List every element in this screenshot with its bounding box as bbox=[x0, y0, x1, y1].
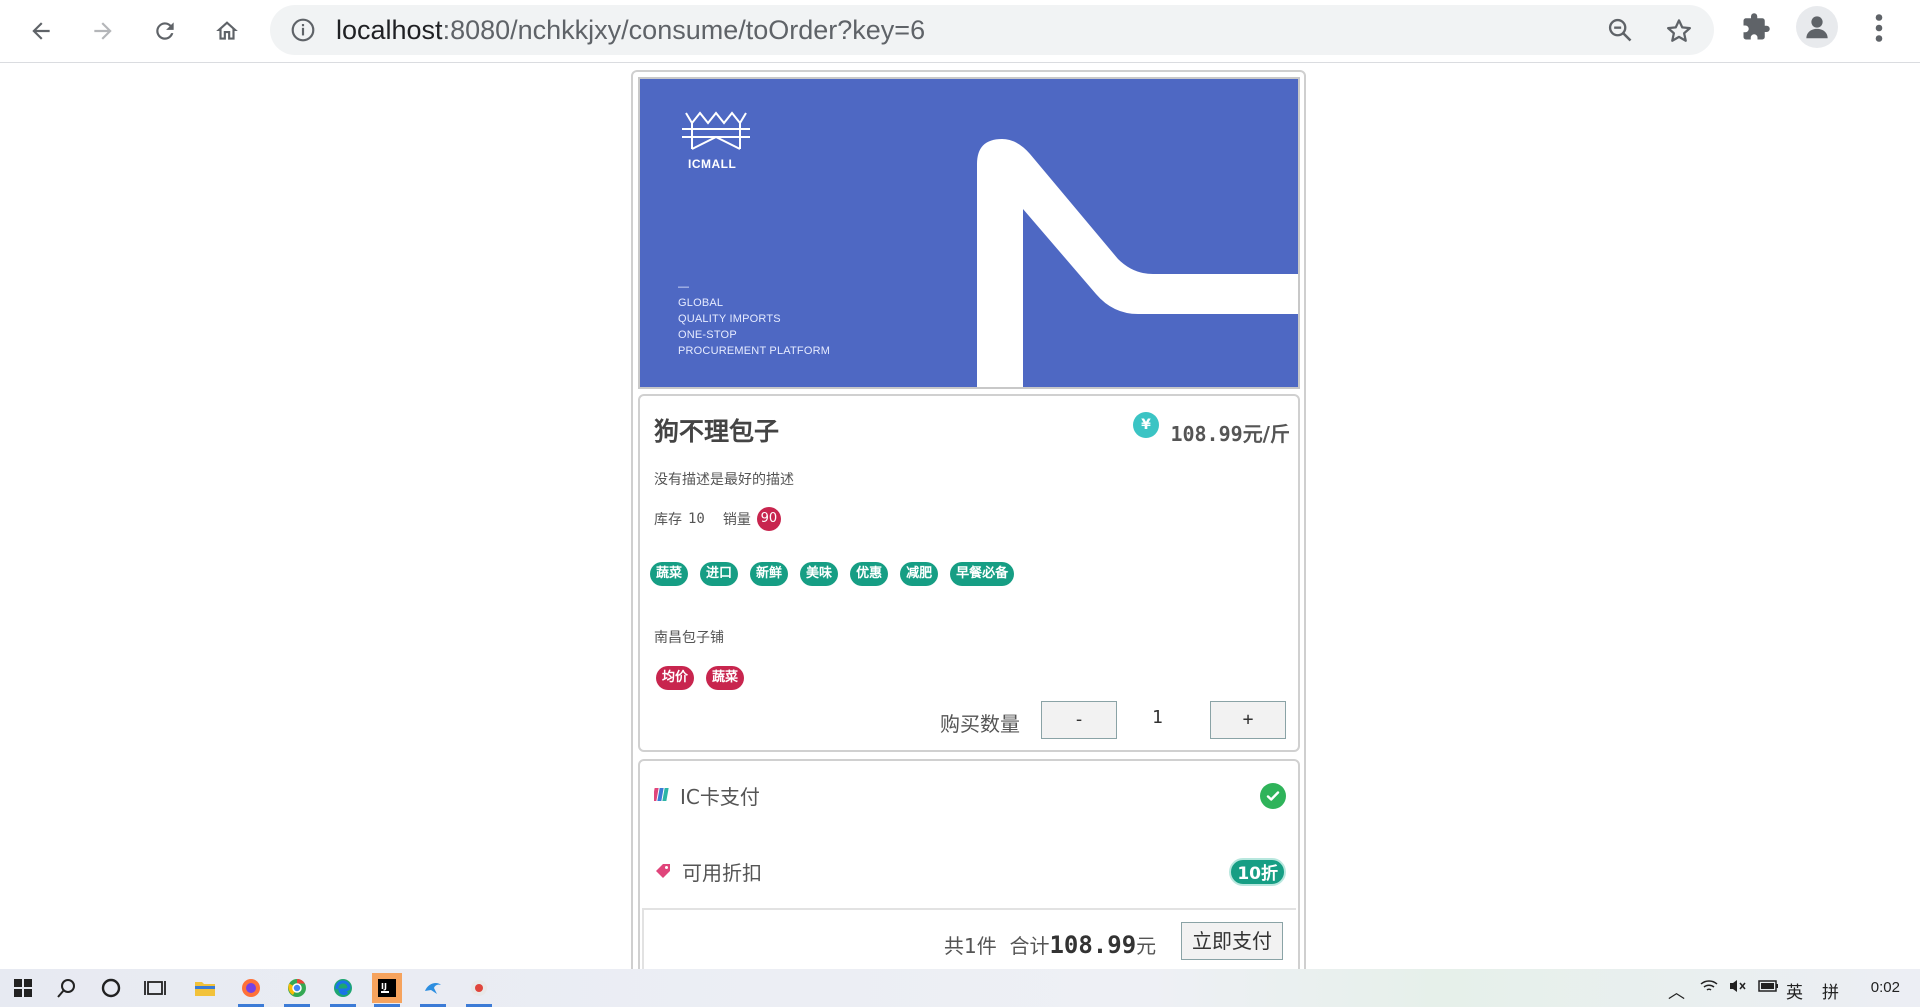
product-banner-image: ICMALL — GLOBAL QUALITY IMPORTS ONE-STOP… bbox=[638, 77, 1300, 389]
tagline-line: GLOBAL bbox=[678, 297, 724, 309]
price-value: 108.99 bbox=[1170, 422, 1243, 446]
total-label: 合计 bbox=[1009, 934, 1050, 958]
windows-taskbar: IJ ︿ 英 拼 0:02 bbox=[0, 969, 1920, 1007]
search-icon[interactable] bbox=[52, 973, 82, 1003]
tagline-line: PROCUREMENT PLATFORM bbox=[678, 345, 831, 357]
firefox-icon[interactable] bbox=[236, 973, 266, 1007]
browser-toolbar: localhost:8080/nchkkjxy/consume/toOrder?… bbox=[0, 0, 1920, 63]
person-icon bbox=[1806, 16, 1828, 39]
quantity-value: 1 bbox=[1152, 707, 1163, 728]
item-count: 共1件 bbox=[944, 934, 997, 958]
product-tag: 进口 bbox=[700, 562, 739, 586]
stock-label: 库存 bbox=[654, 512, 682, 528]
url-path: :8080/nchkkjxy/consume/toOrder?key=6 bbox=[442, 15, 926, 45]
svg-text:IJ: IJ bbox=[381, 982, 387, 991]
battery-icon[interactable] bbox=[1758, 978, 1780, 998]
stock-and-sales: 库存 10 销量 90 bbox=[654, 507, 781, 531]
task-view-icon[interactable] bbox=[140, 973, 170, 1003]
dolphin-app-icon[interactable] bbox=[418, 973, 448, 1007]
edge-icon[interactable] bbox=[328, 973, 358, 1007]
volume-muted-icon[interactable] bbox=[1728, 978, 1748, 999]
ic-card-icon bbox=[654, 788, 669, 801]
banner-tagline: — GLOBAL QUALITY IMPORTS ONE-STOP PROCUR… bbox=[678, 279, 830, 359]
cortana-icon[interactable] bbox=[96, 973, 126, 1003]
intellij-icon[interactable]: IJ bbox=[372, 973, 402, 1007]
extensions-puzzle-icon[interactable] bbox=[1741, 12, 1771, 42]
shop-tag: 蔬菜 bbox=[706, 666, 745, 690]
product-tag: 早餐必备 bbox=[950, 562, 1015, 586]
product-tag: 优惠 bbox=[850, 562, 889, 586]
discount-badge[interactable]: 10折 bbox=[1229, 858, 1286, 886]
chrome-icon[interactable] bbox=[282, 973, 312, 1007]
shop-tags: 均价 蔬菜 bbox=[656, 666, 745, 690]
order-page: ICMALL — GLOBAL QUALITY IMPORTS ONE-STOP… bbox=[631, 70, 1306, 975]
product-tag: 蔬菜 bbox=[650, 562, 689, 586]
order-total-text: 共1件 合计108.99元 bbox=[944, 930, 1156, 959]
product-tags: 蔬菜 进口 新鲜 美味 优惠 减肥 早餐必备 bbox=[650, 562, 1015, 586]
payment-method-row[interactable]: IC卡支付 bbox=[654, 777, 760, 813]
profile-avatar[interactable] bbox=[1796, 6, 1838, 48]
product-description: 没有描述是最好的描述 bbox=[654, 472, 794, 488]
payment-method-label: IC卡支付 bbox=[680, 784, 760, 809]
wifi-icon[interactable] bbox=[1700, 978, 1718, 999]
payment-card: IC卡支付 可用折扣 10折 共1件 合计108.99元 立即支付 bbox=[638, 759, 1300, 973]
total-currency: 元 bbox=[1136, 934, 1157, 958]
product-info-card: 狗不理包子 ¥ 108.99元/斤 没有描述是最好的描述 库存 10 销量 90… bbox=[638, 394, 1300, 752]
price-unit: 元/斤 bbox=[1242, 422, 1290, 446]
home-button[interactable] bbox=[204, 8, 250, 54]
url-text[interactable]: localhost:8080/nchkkjxy/consume/toOrder?… bbox=[336, 15, 925, 46]
reload-button[interactable] bbox=[142, 8, 188, 54]
product-price: 108.99元/斤 bbox=[1170, 418, 1290, 447]
app-icon[interactable] bbox=[464, 973, 494, 1007]
ime-language[interactable]: 英 bbox=[1786, 978, 1803, 1003]
ime-mode[interactable]: 拼 bbox=[1822, 978, 1839, 1003]
forward-button[interactable] bbox=[80, 8, 126, 54]
zoom-icon[interactable] bbox=[1606, 16, 1634, 44]
discount-row[interactable]: 可用折扣 bbox=[654, 853, 762, 889]
quantity-increase-button[interactable]: + bbox=[1210, 701, 1286, 739]
sales-label: 销量 bbox=[722, 512, 751, 528]
shop-name: 南昌包子铺 bbox=[654, 630, 724, 646]
arrow-right-icon bbox=[94, 22, 112, 40]
url-host: localhost bbox=[336, 15, 443, 45]
shop-tag: 均价 bbox=[656, 666, 695, 690]
taskbar-clock[interactable]: 0:02 bbox=[1871, 979, 1900, 996]
home-icon bbox=[216, 21, 238, 40]
quantity-label: 购买数量 bbox=[940, 712, 1020, 736]
logo-text: ICMALL bbox=[688, 157, 737, 171]
back-button[interactable] bbox=[18, 8, 64, 54]
reload-icon bbox=[156, 22, 174, 40]
file-explorer-icon[interactable] bbox=[190, 973, 220, 1003]
total-amount: 108.99 bbox=[1049, 931, 1137, 959]
check-circle-icon[interactable] bbox=[1260, 783, 1286, 809]
windows-start-icon[interactable] bbox=[8, 973, 38, 1003]
info-icon[interactable] bbox=[290, 17, 316, 43]
product-tag: 新鲜 bbox=[750, 562, 789, 586]
price-coin-icon: ¥ bbox=[1133, 412, 1159, 438]
discount-tag-icon bbox=[656, 864, 670, 878]
bookmark-star-icon[interactable] bbox=[1664, 16, 1694, 46]
sales-badge: 90 bbox=[756, 507, 781, 531]
product-tag: 减肥 bbox=[900, 562, 939, 586]
quantity-decrease-button[interactable]: - bbox=[1041, 701, 1117, 739]
address-bar[interactable]: localhost:8080/nchkkjxy/consume/toOrder?… bbox=[270, 5, 1714, 55]
tagline-line: ONE-STOP bbox=[678, 329, 737, 341]
tray-chevron-up-icon[interactable]: ︿ bbox=[1668, 978, 1685, 1003]
pay-now-button[interactable]: 立即支付 bbox=[1181, 922, 1283, 960]
product-name: 狗不理包子 bbox=[654, 417, 780, 446]
order-summary-bar: 共1件 合计108.99元 立即支付 bbox=[642, 908, 1296, 973]
stock-value: 10 bbox=[688, 511, 705, 527]
tagline-line: QUALITY IMPORTS bbox=[678, 313, 781, 325]
arrow-left-icon bbox=[32, 22, 50, 40]
more-menu-icon[interactable] bbox=[1866, 10, 1892, 46]
product-tag: 美味 bbox=[800, 562, 839, 586]
discount-label: 可用折扣 bbox=[682, 860, 762, 885]
tagline-divider: — bbox=[678, 281, 690, 293]
